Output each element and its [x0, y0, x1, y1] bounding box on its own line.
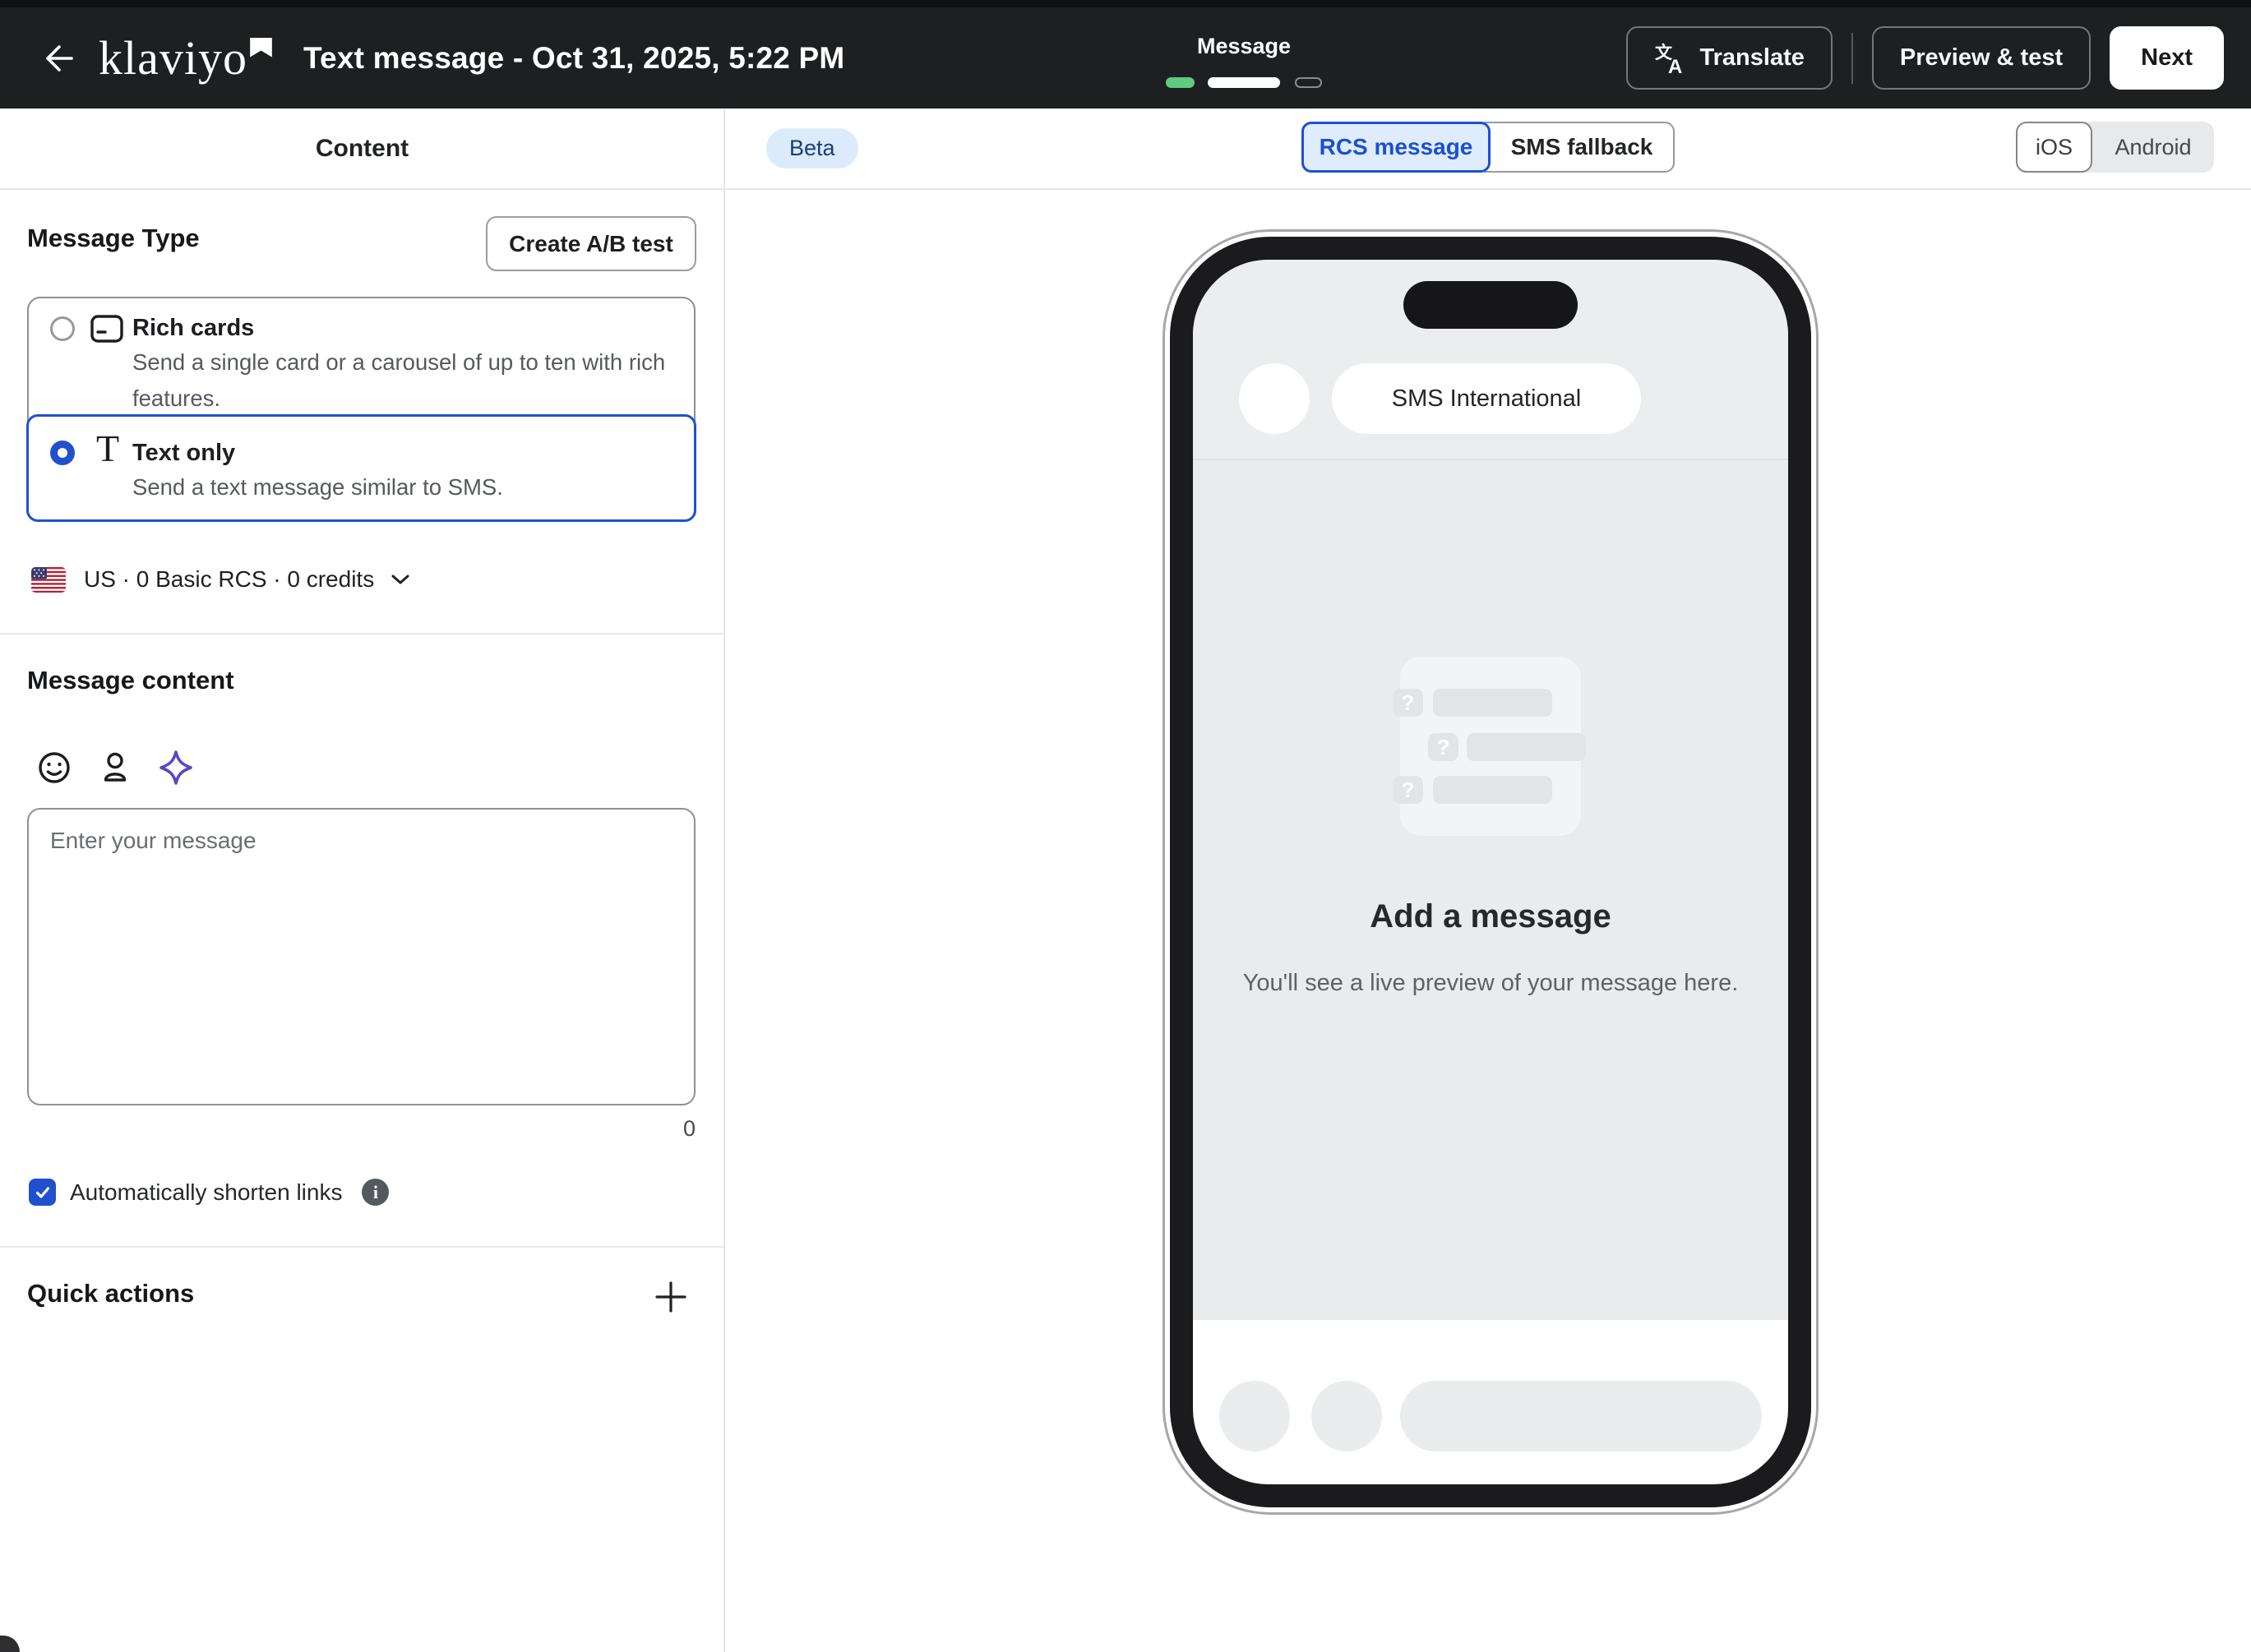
- progress-stepper: Message: [1149, 34, 1338, 89]
- shorten-links-row: Automatically shorten links i: [29, 1179, 389, 1206]
- corner-artifact: [0, 1636, 20, 1652]
- text-icon: T: [96, 430, 119, 468]
- text-only-radio[interactable]: [50, 441, 75, 465]
- phone-frame: SMS International ? ? ? Add a message Yo…: [1170, 237, 1811, 1507]
- back-button[interactable]: [35, 35, 81, 81]
- message-type-heading: Message Type: [27, 224, 200, 253]
- composer-toolbar: [35, 749, 195, 787]
- message-type-options: Rich cards Send a single card or a carou…: [27, 297, 696, 519]
- chevron-down-icon: [391, 574, 410, 585]
- translate-button[interactable]: 文A Translate: [1626, 26, 1833, 90]
- locale-selector[interactable]: US · 0 Basic RCS · 0 credits: [31, 565, 410, 593]
- next-label: Next: [2141, 44, 2193, 72]
- character-count: 0: [27, 1116, 696, 1142]
- rich-cards-radio[interactable]: [50, 316, 75, 341]
- toolbar-divider: [1851, 33, 1853, 84]
- personalization-button[interactable]: [96, 749, 134, 787]
- svg-text:A: A: [1668, 56, 1682, 75]
- progress-pill-complete[interactable]: [1166, 77, 1195, 88]
- empty-state-title: Add a message: [1193, 898, 1788, 935]
- klaviyo-flag-icon: [250, 38, 272, 58]
- empty-state-subtitle: You'll see a live preview of your messag…: [1236, 963, 1745, 1004]
- progress-step-label: Message: [1149, 34, 1338, 59]
- progress-pill-upcoming[interactable]: [1295, 77, 1322, 88]
- top-bar-actions: 文A Translate Preview & test Next: [1626, 7, 2224, 108]
- section-divider: [0, 633, 724, 634]
- info-icon[interactable]: i: [362, 1179, 389, 1206]
- preview-tabs: RCS message SMS fallback: [1301, 122, 1675, 173]
- translate-icon: 文A: [1654, 42, 1687, 75]
- progress-pills: [1149, 77, 1338, 89]
- section-divider: [0, 1246, 724, 1248]
- left-panel-title: Content: [0, 108, 724, 188]
- shorten-links-checkbox[interactable]: [29, 1179, 56, 1206]
- tab-rcs-message[interactable]: RCS message: [1301, 122, 1491, 173]
- us-flag-icon: [31, 567, 66, 593]
- arrow-left-icon: [39, 39, 76, 77]
- person-icon: [97, 750, 133, 786]
- placeholder-bar: [1433, 689, 1552, 717]
- locale-label: US · 0 Basic RCS · 0 credits: [84, 566, 374, 593]
- placeholder-bar: [1433, 776, 1552, 804]
- rich-cards-title: Rich cards: [132, 315, 254, 342]
- plus-icon: [654, 1280, 688, 1314]
- device-toggle-android[interactable]: Android: [2092, 122, 2214, 173]
- sender-name-pill: SMS International: [1332, 363, 1641, 434]
- question-mark-icon: ?: [1393, 689, 1423, 717]
- phone-mockup: SMS International ? ? ? Add a message Yo…: [1162, 229, 1819, 1515]
- klaviyo-logo: klaviyo: [99, 35, 272, 82]
- page-title: Text message - Oct 31, 2025, 5:22 PM: [303, 41, 844, 76]
- sender-avatar: [1239, 363, 1310, 434]
- rich-card-icon: [90, 313, 124, 344]
- message-content-heading: Message content: [27, 666, 234, 695]
- smiley-icon: [36, 750, 72, 786]
- quick-actions-heading: Quick actions: [27, 1279, 194, 1308]
- create-ab-test-button[interactable]: Create A/B test: [486, 216, 696, 271]
- preview-test-label: Preview & test: [1900, 44, 2063, 72]
- text-only-title: Text only: [132, 440, 235, 467]
- option-text-only[interactable]: T Text only Send a text message similar …: [26, 414, 696, 522]
- klaviyo-wordmark: klaviyo: [99, 35, 247, 82]
- ai-assist-button[interactable]: [157, 749, 195, 787]
- phone-screen: SMS International ? ? ? Add a message Yo…: [1193, 260, 1788, 1484]
- rcs-message-editor: klaviyo Text message - Oct 31, 2025, 5:2…: [0, 0, 2251, 1652]
- placeholder-bar: [1467, 733, 1586, 761]
- content-header-row: Content Beta RCS message SMS fallback iO…: [0, 108, 2251, 188]
- empty-state-illustration: ? ? ?: [1400, 657, 1581, 836]
- add-quick-action-button[interactable]: [653, 1279, 689, 1315]
- top-bar: klaviyo Text message - Oct 31, 2025, 5:2…: [0, 0, 2251, 108]
- device-toggle: iOS Android: [2016, 122, 2214, 173]
- option-rich-cards[interactable]: Rich cards Send a single card or a carou…: [29, 298, 694, 415]
- translate-label: Translate: [1700, 44, 1805, 72]
- text-only-description: Send a text message similar to SMS.: [132, 469, 691, 505]
- dynamic-island: [1403, 281, 1578, 329]
- header-divider: [0, 188, 2251, 190]
- beta-badge: Beta: [766, 128, 858, 168]
- shorten-links-label[interactable]: Automatically shorten links: [70, 1179, 342, 1206]
- message-input[interactable]: [27, 808, 696, 1105]
- question-mark-icon: ?: [1393, 776, 1423, 804]
- sender-name: SMS International: [1392, 385, 1582, 413]
- compose-action-placeholder: [1219, 1381, 1290, 1451]
- panel-divider: [723, 108, 725, 1652]
- compose-action-placeholder: [1311, 1381, 1382, 1451]
- device-toggle-ios[interactable]: iOS: [2016, 122, 2092, 173]
- sparkle-icon: [156, 748, 196, 787]
- progress-pill-current[interactable]: [1208, 77, 1280, 88]
- rich-cards-description: Send a single card or a carousel of up t…: [132, 344, 691, 417]
- next-button[interactable]: Next: [2110, 26, 2224, 90]
- compose-input-placeholder: [1400, 1381, 1762, 1451]
- preview-test-button[interactable]: Preview & test: [1872, 26, 2091, 90]
- chat-background: SMS International ? ? ? Add a message Yo…: [1193, 260, 1788, 1320]
- tab-sms-fallback[interactable]: SMS fallback: [1484, 122, 1675, 173]
- emoji-button[interactable]: [35, 749, 73, 787]
- question-mark-icon: ?: [1428, 733, 1458, 761]
